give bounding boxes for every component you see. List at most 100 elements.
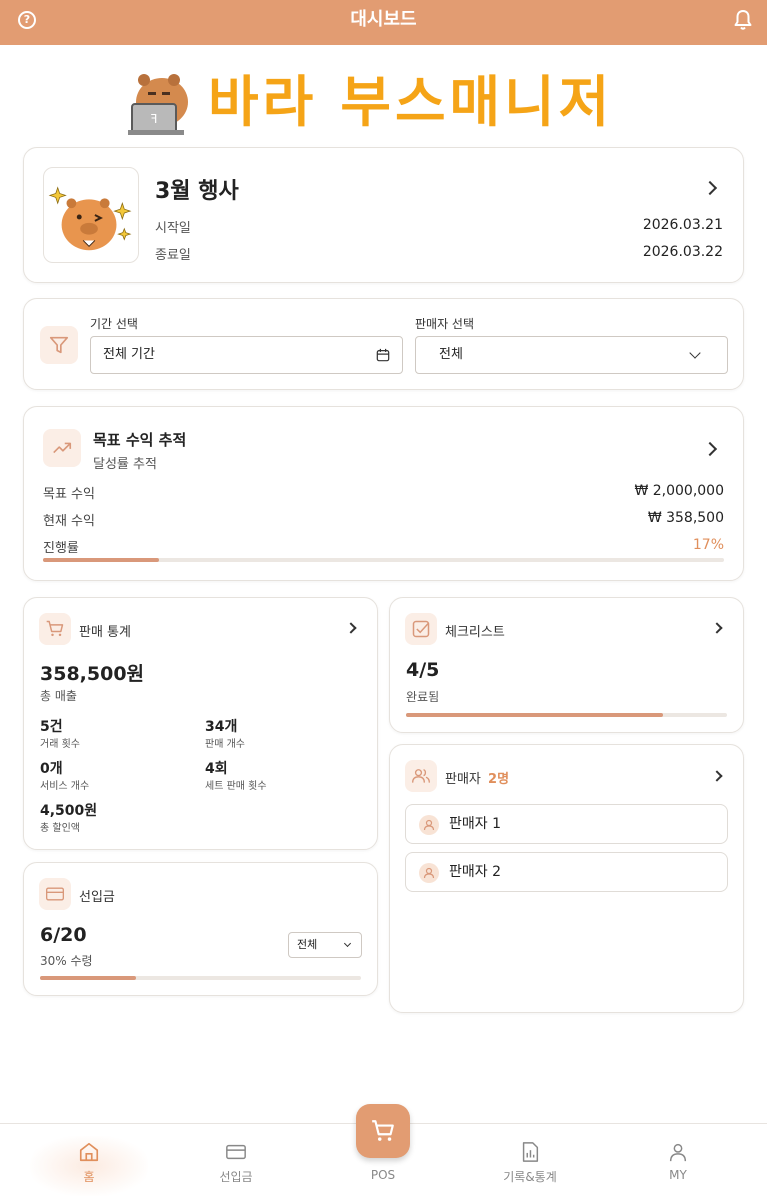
sellers-title: 판매자 (445, 772, 481, 787)
user-avatar-icon (419, 815, 439, 835)
check-icon-box (405, 613, 437, 645)
event-card[interactable]: 3월 행사 시작일 2026.03.21 종료일 2026.03.22 (23, 147, 744, 283)
sales-title: 판매 통계 (79, 625, 131, 640)
goal-progress-fill (43, 558, 159, 562)
capybara-laptop-logo: ꟻ (128, 74, 188, 135)
seller-item[interactable]: 판매자 1 (405, 804, 728, 844)
sales-stats-card[interactable]: 판매 통계 358,500원 총 매출 5건 거래 횟수 34개 판매 개수 0… (23, 597, 378, 850)
stat-value: 34개 (205, 719, 238, 735)
stat-value: 4회 (205, 761, 228, 777)
chevron-right-icon[interactable] (711, 622, 723, 634)
start-date-value: 2026.03.21 (642, 217, 723, 233)
prepaid-card[interactable]: 선입금 6/20 30% 수령 전체 (23, 862, 378, 996)
user-icon (669, 1143, 687, 1162)
event-title: 3월 행사 (155, 179, 239, 204)
nav-home-label: 홈 (83, 1170, 95, 1184)
cart-icon (372, 1120, 394, 1141)
target-value: ₩ 2,000,000 (634, 483, 724, 499)
chevron-right-icon[interactable] (702, 441, 718, 457)
nav-my-label: MY (669, 1168, 687, 1182)
stat-label: 서비스 개수 (40, 781, 90, 792)
progress-row: 진행률 17% (43, 537, 724, 556)
period-select[interactable]: 전체 기간 (90, 336, 403, 374)
nav-prepaid[interactable]: 선입금 (176, 1124, 296, 1201)
seller-name: 판매자 1 (449, 816, 501, 832)
checklist-progress-bar (406, 713, 727, 717)
seller-filter-label: 판매자 선택 (415, 317, 475, 331)
checklist-status: 완료됨 (406, 690, 440, 704)
goal-progress-bar (43, 558, 724, 562)
cart-icon (46, 620, 64, 637)
seller-item[interactable]: 판매자 2 (405, 852, 728, 892)
credit-card-icon (226, 1144, 246, 1160)
chevron-right-icon[interactable] (702, 180, 718, 196)
page-title: 대시보드 (350, 9, 417, 30)
current-value: ₩ 358,500 (647, 510, 724, 526)
brand-name: 바라 부스매니저 (208, 70, 614, 134)
end-date-label: 종료일 (155, 248, 191, 263)
target-row: 목표 수익 ₩ 2,000,000 (43, 483, 724, 502)
report-icon (522, 1142, 539, 1162)
chevron-down-icon[interactable] (343, 939, 352, 948)
prepaid-filter-select[interactable]: 전체 (288, 932, 362, 958)
start-date-label: 시작일 (155, 221, 191, 236)
prepaid-progress-bar (40, 976, 361, 980)
period-value: 전체 기간 (103, 347, 155, 362)
seller-name: 판매자 2 (449, 864, 501, 880)
stat-value: 4,500원 (40, 803, 98, 819)
goal-subtitle: 달성률 추적 (93, 457, 157, 472)
pos-button[interactable] (356, 1104, 410, 1158)
checklist-title: 체크리스트 (445, 625, 505, 640)
nav-my[interactable]: MY (618, 1124, 738, 1201)
sellers-count: 2명 (488, 772, 510, 787)
seller-select-value: 전체 (439, 347, 463, 362)
bell-icon[interactable] (733, 9, 753, 31)
checklist-count: 4/5 (406, 659, 440, 681)
progress-percent: 17% (692, 537, 724, 553)
stat-label: 판매 개수 (205, 739, 245, 750)
prepaid-progress-fill (40, 976, 137, 980)
checklist-card[interactable]: 체크리스트 4/5 완료됨 (389, 597, 744, 733)
nav-home[interactable]: 홈 (29, 1124, 149, 1201)
current-row: 현재 수익 ₩ 358,500 (43, 510, 724, 529)
users-icon (412, 769, 430, 783)
chevron-right-icon[interactable] (711, 770, 723, 782)
calendar-icon[interactable] (376, 348, 390, 362)
seller-select[interactable]: 전체 (415, 336, 728, 374)
nav-pos-label: POS (370, 1168, 396, 1182)
trend-icon-box (43, 429, 81, 467)
filter-icon-box (40, 326, 78, 364)
goal-card[interactable]: 목표 수익 추적 달성률 추적 목표 수익 ₩ 2,000,000 현재 수익 … (23, 406, 744, 581)
stat-value: 5건 (40, 719, 63, 735)
target-label: 목표 수익 (43, 487, 95, 502)
credit-card-icon (46, 887, 64, 901)
sellers-card[interactable]: 판매자 2명 판매자 1 판매자 2 (389, 744, 744, 1013)
stat-value: 0개 (40, 761, 63, 777)
sales-total: 358,500원 (40, 663, 145, 685)
goal-title: 목표 수익 추적 (93, 431, 187, 449)
nav-records[interactable]: 기록&통계 (470, 1124, 590, 1201)
chevron-down-icon[interactable] (689, 347, 701, 359)
prepaid-title: 선입금 (79, 890, 115, 905)
checkbox-icon (412, 620, 430, 638)
prepaid-count: 6/20 (40, 924, 87, 946)
brand-banner: ꟻ 바라 부스매니저 (128, 66, 648, 138)
chevron-right-icon[interactable] (345, 622, 357, 634)
sales-total-label: 총 매출 (40, 689, 77, 703)
svg-text:ꟻ: ꟻ (151, 112, 158, 126)
nav-records-label: 기록&통계 (503, 1170, 557, 1184)
prepaid-filter-value: 전체 (297, 938, 318, 951)
sellers-title-row: 판매자 2명 (445, 768, 509, 787)
filter-card: 기간 선택 전체 기간 판매자 선택 전체 (23, 298, 744, 390)
end-date-value: 2026.03.22 (642, 244, 723, 260)
period-label: 기간 선택 (90, 317, 138, 331)
progress-label: 진행률 (43, 541, 79, 556)
stat-label: 세트 판매 횟수 (205, 781, 267, 792)
cart-icon-box (39, 613, 71, 645)
trending-up-icon (53, 442, 72, 454)
user-avatar-icon (419, 863, 439, 883)
card-icon-box (39, 878, 71, 910)
nav-prepaid-label: 선입금 (219, 1170, 253, 1184)
stat-label: 총 할인액 (40, 823, 80, 834)
home-icon (79, 1142, 99, 1162)
